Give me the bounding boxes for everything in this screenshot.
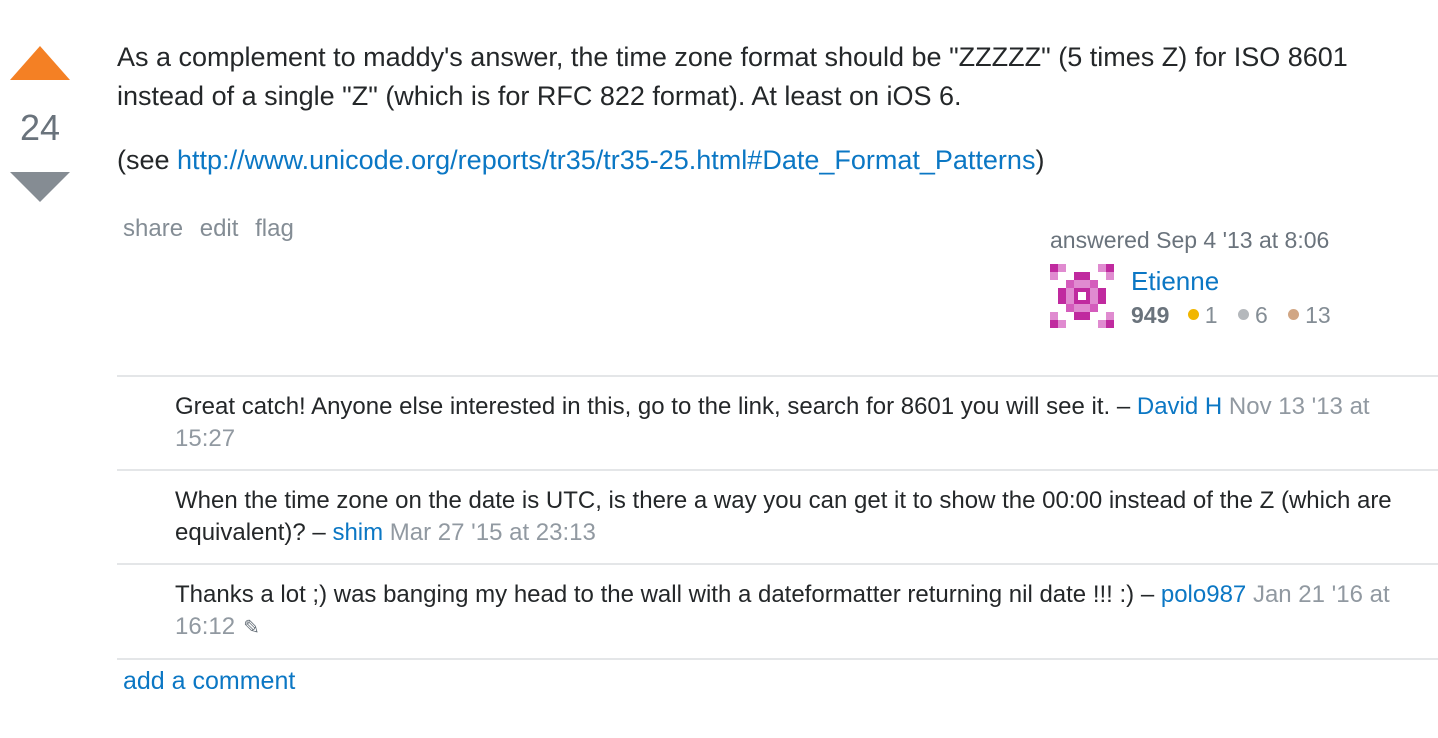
edit-link[interactable]: edit (200, 215, 239, 242)
comments-list: Great catch! Anyone else interested in t… (117, 375, 1438, 660)
comment: When the time zone on the date is UTC, i… (117, 471, 1438, 565)
silver-badge-count: 6 (1254, 302, 1268, 328)
user-avatar[interactable] (1050, 264, 1114, 328)
comment-text: Great catch! Anyone else interested in t… (175, 393, 1137, 420)
answer-body: As a complement to maddy's answer, the t… (117, 38, 1427, 205)
gold-badge-icon (1187, 309, 1199, 321)
comment: Great catch! Anyone else interested in t… (117, 377, 1438, 471)
add-comment-link[interactable]: add a comment (123, 667, 295, 696)
upvote-arrow-icon[interactable] (10, 46, 70, 80)
answer-paragraph: As a complement to maddy's answer, the t… (117, 42, 1348, 111)
edited-pencil-icon[interactable]: ✎ (243, 612, 260, 644)
silver-badge-icon (1237, 309, 1249, 321)
comment-author-link[interactable]: shim (332, 519, 383, 546)
user-name-link[interactable]: Etienne (1131, 266, 1219, 296)
comment-author-link[interactable]: David H (1137, 393, 1222, 420)
share-link[interactable]: share (123, 215, 183, 242)
answer-reference: (see http://www.unicode.org/reports/tr35… (117, 141, 1427, 180)
downvote-arrow-icon[interactable] (10, 172, 70, 202)
reputation-score: 949 (1131, 302, 1170, 328)
user-card: answered Sep 4 '13 at 8:06 Etienne 949 1… (1050, 226, 1430, 328)
user-info: Etienne 949 1 6 13 (1050, 264, 1430, 328)
reference-suffix: ) (1035, 145, 1045, 175)
answered-timestamp: answered Sep 4 '13 at 8:06 (1050, 227, 1330, 253)
comment: Thanks a lot ;) was banging my head to t… (117, 565, 1438, 660)
unicode-reference-link[interactable]: http://www.unicode.org/reports/tr35/tr35… (177, 145, 1035, 175)
comment-text: Thanks a lot ;) was banging my head to t… (175, 581, 1161, 608)
reference-prefix: (see (117, 145, 178, 175)
user-stats: 949 1 6 13 (1131, 302, 1345, 328)
post-menu: share edit flag (123, 215, 304, 243)
vote-count: 24 (19, 107, 61, 148)
comment-date[interactable]: Mar 27 '15 at 23:13 (390, 519, 596, 546)
vote-cell: 24 (8, 46, 72, 202)
gold-badge-count: 1 (1204, 302, 1218, 328)
comment-author-link[interactable]: polo987 (1161, 581, 1246, 608)
bronze-badge-count: 13 (1305, 302, 1331, 328)
bronze-badge-icon (1288, 309, 1300, 321)
flag-link[interactable]: flag (255, 215, 294, 242)
